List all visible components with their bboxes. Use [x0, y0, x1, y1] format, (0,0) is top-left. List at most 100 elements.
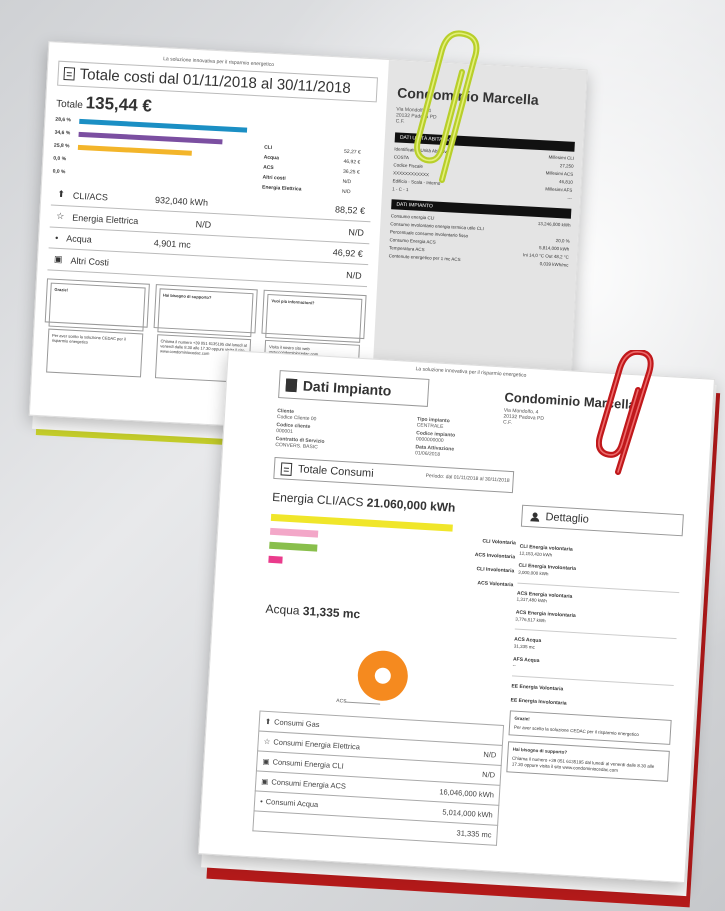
dettaglio-value: -- [512, 662, 516, 668]
kv-value: 13,246,000 kWh [537, 220, 571, 228]
dettaglio-key: EE Energia Involontaria [510, 696, 567, 707]
consumi-row-name: Consumi Energia Elettrica [273, 737, 361, 752]
costs-rows: ⬆ CLI/ACS 932,040 kWh 88,52 € ☆ Energia Elett… [47, 183, 372, 288]
dettaglio-value: 3,776,517 kWh [515, 616, 546, 623]
gas-icon: ⬆ [264, 716, 272, 727]
cost-row-name: Acqua [66, 233, 93, 245]
info-box-title: Vuoi più informazioni? [265, 293, 363, 343]
totale-value: 135,44 € [85, 93, 153, 116]
consumi-rows: ⬆ Consumi Gas ☆ Consumi Energia Elettrica N/… [252, 710, 505, 846]
kv-value: Millesimi CLI [548, 154, 575, 161]
consumi-row-label: ⬆ Consumi Gas [265, 717, 320, 729]
kv-key: Consumo Energia ACS [389, 237, 436, 245]
side-value: 46,92 € [343, 158, 361, 166]
cost-bar [78, 131, 223, 145]
dettaglio-item: ACS Energia volontaria 1,317,480 kWh [516, 590, 678, 612]
kv-key: Temperatura ACS [388, 245, 425, 253]
kv-key: Contenuto energetico per 1 mc ACS [388, 253, 461, 263]
energy-bar-label: CLI Involontaria [476, 566, 515, 575]
person-icon [530, 512, 540, 522]
bar-pct: 28,6 % [55, 116, 72, 124]
consumi-row-label: ▣ Consumi Energia CLI [262, 757, 344, 771]
car-icon: ▣ [53, 253, 63, 265]
kv-value: 46,810 [558, 179, 573, 185]
kv-value: 5,814,000 kWh [538, 245, 570, 252]
cost-row-label: • Acqua [55, 233, 92, 245]
acqua-donut-chart [356, 649, 410, 703]
acqua-label: Acqua [265, 601, 300, 618]
kv-value: Millesimi AFS [545, 186, 573, 193]
building-icon [285, 378, 298, 392]
dettaglio-value: 12,153,420 kWh [519, 550, 553, 558]
dettaglio-key: EE Energia Volontaria [511, 683, 564, 693]
dettaglio-item: CLI Energia Involontaria 3,000,000 kWh [518, 563, 680, 585]
bar-pct: 34,6 % [54, 129, 71, 137]
side-value: 36,25 € [342, 168, 360, 176]
side-value: N/D [342, 178, 352, 186]
dettaglio-title: Dettaglio [545, 511, 590, 526]
kv-value: --- [567, 195, 573, 201]
drop-icon: • [54, 232, 59, 243]
dettaglio-item: EE Energia Involontaria [510, 697, 672, 713]
document-icon [63, 66, 76, 81]
energy-bar [269, 527, 319, 538]
cost-row-value: N/D [345, 269, 362, 281]
side-label: Energia Elettrica [261, 184, 302, 193]
side-label: Altri costi [262, 174, 286, 182]
dettaglio-value: 3,000,000 kWh [518, 569, 549, 577]
dettaglio-box: Dettaglio [520, 504, 684, 537]
consumi-row-value: N/D [483, 749, 497, 760]
costs-info-boxes: Grazie! Per aver scelto la soluzione CEDA… [44, 278, 367, 389]
flame-icon: ⬆ [57, 188, 66, 200]
kv-value: Millesimi ACS [545, 170, 574, 177]
cost-row-name: Altri Costi [70, 255, 110, 268]
paperclip-green-icon [414, 30, 480, 183]
kv-value: 0,039 kWh/mc [539, 261, 569, 268]
consumi-row-value: 31,335 mc [456, 828, 492, 840]
donut-leader-line [344, 701, 381, 705]
dettaglio-value: 31,335 mc [513, 643, 535, 650]
consumi-row-value: 16,046,000 kWh [439, 787, 495, 800]
energy-total: Energia CLI/ACS 21.060,000 kWh [272, 490, 456, 515]
cost-row-value: 46,92 € [332, 247, 364, 259]
info-box-text: Per aver scelto la soluzione CEDAC per i… [46, 328, 143, 378]
support-box: Hai bisogno di supporto? Chiama il numer… [506, 741, 670, 783]
dettaglio-key: ACS Acqua [513, 636, 542, 645]
dettaglio-item: ACS Energia involontaria 3,776,517 kWh [515, 610, 677, 632]
bar-pct: 0,0 % [52, 168, 66, 176]
energy-bar-label: CLI Volontaria [482, 538, 517, 547]
kv-value: 27,250 [559, 163, 574, 169]
consumi-row-name: Consumi Energia CLI [272, 757, 345, 771]
energy-label: Energia CLI/ACS [271, 489, 364, 510]
info-box: Vuoi più informazioni? Visita il nostro s… [261, 289, 367, 389]
energy-bar [268, 555, 284, 564]
dettaglio-item: CLI Energia volontaria 12,153,420 kWh [519, 544, 681, 566]
side-value: N/D [341, 188, 351, 196]
energy-bar [269, 541, 318, 552]
energy-bar-label: ACS Volontaria [477, 580, 514, 589]
energy-bar-chart: CLI Volontaria ACS Involontaria CLI Involo… [267, 513, 517, 598]
dati-impianto-title-box: Dati Impianto [278, 370, 430, 407]
kv-value: Ini 14,0 °C Out 48,2 °C [522, 252, 569, 260]
paperclip-red-icon [596, 350, 654, 475]
impianto-info-grid: Cliente Codice Cliente 00 Tipo impianto CEN… [275, 408, 537, 463]
info-box-title: Hai bisogno di supporto? [157, 288, 254, 338]
grazie-box: Grazie! Per aver scelto la soluzione CED… [508, 710, 672, 746]
drop-icon: • [259, 796, 264, 806]
bulb-icon: ☆ [263, 736, 271, 747]
cost-row-label: ☆ Energia Elettrica [56, 211, 139, 226]
dettaglio-item: AFS Acqua -- [512, 656, 674, 678]
costs-title: Totale costi dal 01/11/2018 al 30/11/201… [79, 65, 352, 98]
side-value: 52,27 € [343, 148, 361, 156]
acqua-value: 31,335 mc [302, 603, 361, 622]
cost-row-value: 88,52 € [334, 203, 366, 216]
totale-consumi-title: Totale Consumi [297, 463, 374, 480]
side-label: CLI [264, 144, 273, 151]
bulb-icon: ☆ [56, 210, 65, 222]
cost-row-label: ▣ Altri Costi [54, 254, 110, 268]
side-label: ACS [262, 164, 274, 172]
consumi-row-label: • Consumi Acqua [260, 797, 319, 809]
consumi-row-value: 5,014,000 kWh [442, 807, 494, 820]
consumi-row-label: ▣ Consumi Energia ACS [261, 777, 346, 791]
consumi-row-name: Consumi Acqua [265, 797, 319, 810]
